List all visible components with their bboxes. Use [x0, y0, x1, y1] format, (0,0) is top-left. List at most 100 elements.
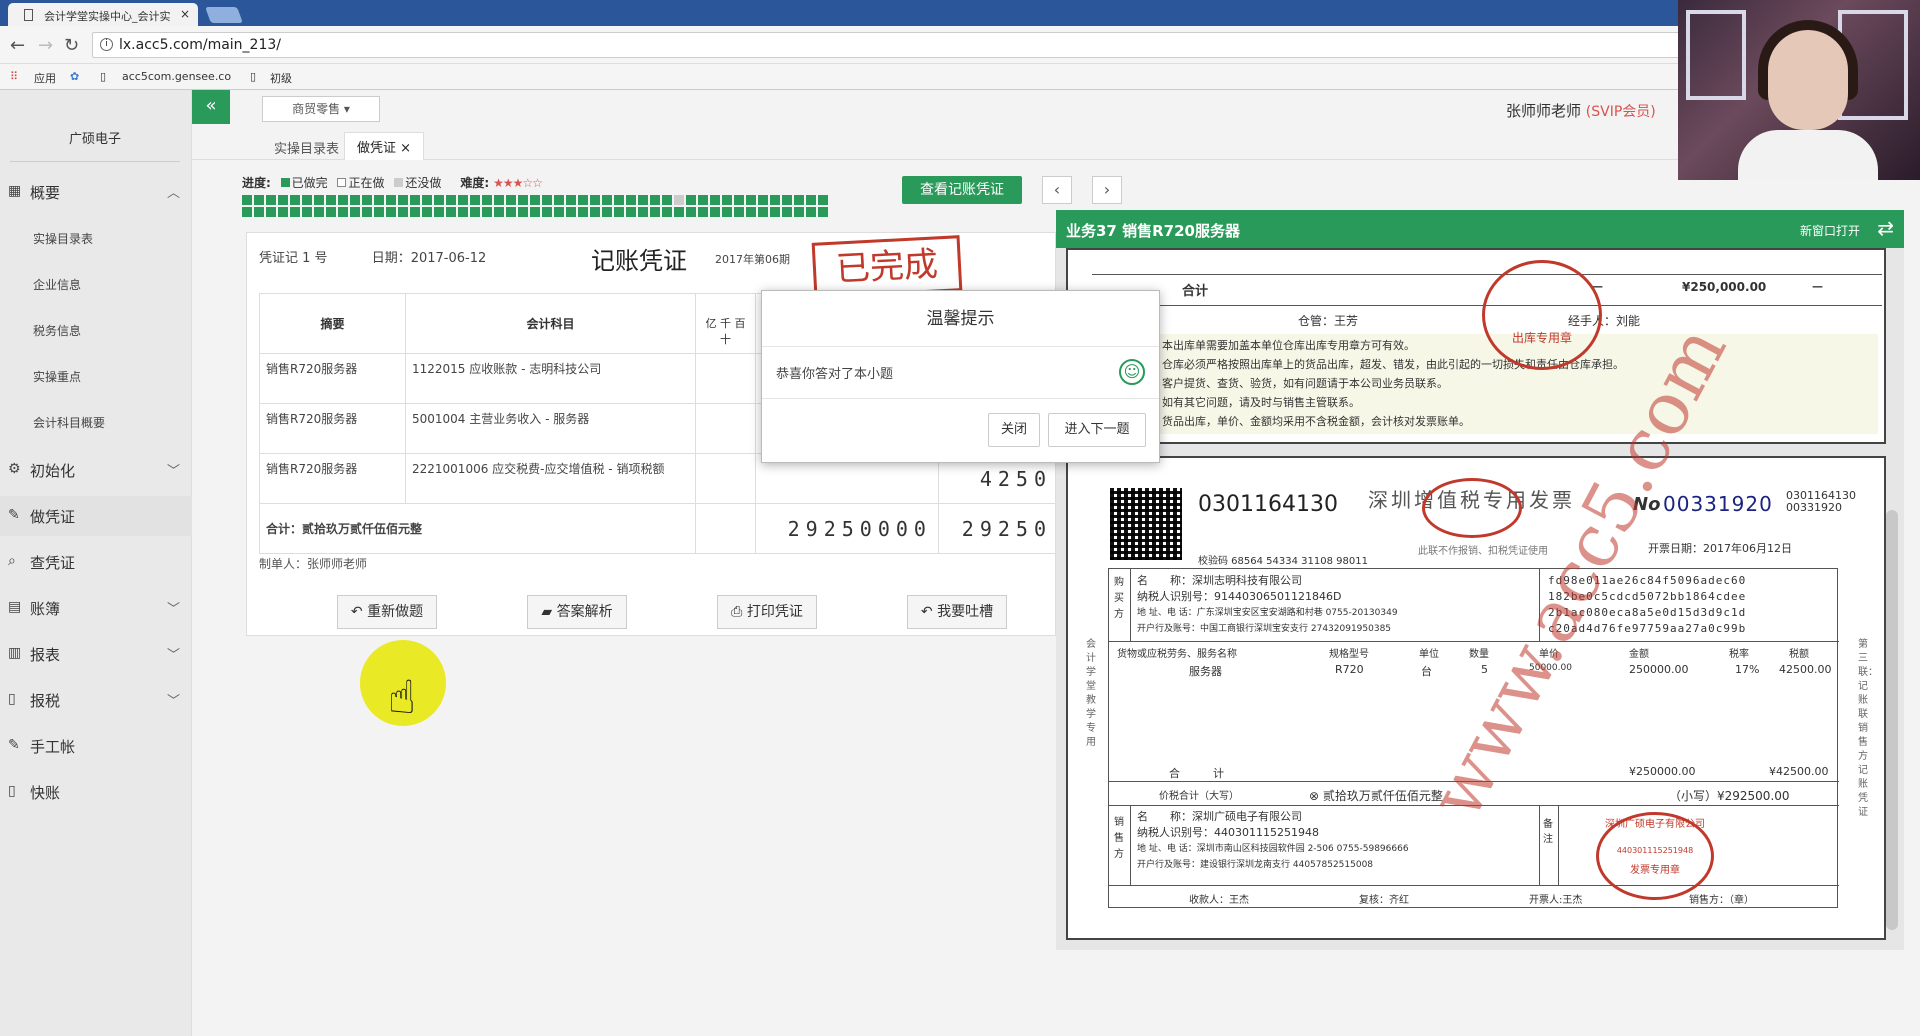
progress-cell[interactable] [614, 195, 624, 205]
url-input[interactable]: i lx.acc5.com/main_213/ [92, 32, 1682, 58]
progress-cell[interactable] [362, 195, 372, 205]
sidebar-sub-keypoints[interactable]: 实操重点 [33, 368, 81, 385]
progress-cell[interactable] [530, 207, 540, 217]
progress-cell[interactable] [242, 207, 252, 217]
progress-cell[interactable] [698, 207, 708, 217]
print-voucher-button[interactable]: ⎙ 打印凭证 [717, 595, 817, 629]
progress-cell[interactable] [722, 207, 732, 217]
progress-cell[interactable] [602, 195, 612, 205]
back-icon[interactable]: ← [10, 35, 25, 56]
progress-cell[interactable] [242, 195, 252, 205]
forward-icon[interactable]: → [38, 35, 53, 56]
progress-cell[interactable] [362, 207, 372, 217]
progress-cell[interactable] [374, 195, 384, 205]
progress-cell[interactable] [722, 195, 732, 205]
sidebar-item-ledger[interactable]: ▤ 账簿 ﹀ [0, 588, 192, 628]
progress-cell[interactable] [374, 207, 384, 217]
progress-cell[interactable] [770, 207, 780, 217]
progress-cell[interactable] [758, 207, 768, 217]
progress-cell[interactable] [326, 195, 336, 205]
apps-grid-icon[interactable]: ⠿ [10, 70, 18, 83]
progress-cell[interactable] [338, 195, 348, 205]
progress-cell[interactable] [566, 207, 576, 217]
progress-cell[interactable] [806, 207, 816, 217]
progress-cell[interactable] [302, 195, 312, 205]
answer-analysis-button[interactable]: ▰ 答案解析 [527, 595, 627, 629]
progress-cell[interactable] [638, 195, 648, 205]
progress-cell[interactable] [386, 207, 396, 217]
progress-cell[interactable] [398, 195, 408, 205]
progress-cell[interactable] [710, 207, 720, 217]
row-account[interactable]: 5001004 主营业务收入 - 服务器 [405, 403, 696, 454]
progress-cell[interactable] [614, 207, 624, 217]
progress-cell[interactable] [542, 207, 552, 217]
swap-icon[interactable]: ⇄ [1877, 216, 1894, 240]
sidebar-sub-tax[interactable]: 税务信息 [33, 322, 81, 339]
next-button[interactable]: › [1092, 176, 1122, 204]
progress-cell[interactable] [506, 195, 516, 205]
progress-cell[interactable] [650, 207, 660, 217]
prev-button[interactable]: ‹ [1042, 176, 1072, 204]
progress-cell[interactable] [602, 207, 612, 217]
progress-cell[interactable] [554, 207, 564, 217]
progress-cell[interactable] [578, 207, 588, 217]
progress-cell[interactable] [662, 207, 672, 217]
progress-cell[interactable] [482, 195, 492, 205]
sidebar-item-init[interactable]: ⚙ 初始化 ﹀ [0, 450, 192, 490]
progress-cell[interactable] [710, 195, 720, 205]
progress-cell[interactable] [782, 207, 792, 217]
sidebar-item-manual-book[interactable]: ✎ 手工帐 [0, 726, 192, 766]
progress-cell[interactable] [422, 195, 432, 205]
progress-cell[interactable] [290, 207, 300, 217]
progress-cell[interactable] [590, 207, 600, 217]
progress-cell[interactable] [530, 195, 540, 205]
progress-cell[interactable] [686, 195, 696, 205]
progress-cell[interactable] [650, 195, 660, 205]
progress-cell[interactable] [458, 195, 468, 205]
progress-cell[interactable] [458, 207, 468, 217]
progress-cell[interactable] [818, 207, 828, 217]
progress-cell[interactable] [254, 195, 264, 205]
row-account[interactable]: 2221001006 应交税费-应交增值税 - 销项税额 [405, 453, 696, 504]
progress-cell[interactable] [254, 207, 264, 217]
business-type-select[interactable]: 商贸零售 ▾ [262, 96, 380, 122]
progress-cell[interactable] [782, 195, 792, 205]
progress-cell[interactable] [662, 195, 672, 205]
progress-cell[interactable] [434, 195, 444, 205]
progress-cell[interactable] [398, 207, 408, 217]
progress-cell[interactable] [446, 195, 456, 205]
next-question-button[interactable]: 进入下一题 [1048, 413, 1146, 447]
progress-cell[interactable] [674, 207, 684, 217]
scrollbar[interactable] [1886, 510, 1898, 930]
view-voucher-button[interactable]: 查看记账凭证 [902, 176, 1022, 204]
progress-cell[interactable] [698, 195, 708, 205]
bookmark-apps[interactable]: 应用 [34, 70, 56, 86]
browser-tab[interactable]: 会计学堂实操中心_会计实 × [8, 3, 198, 26]
row-summary[interactable]: 销售R720服务器 [259, 453, 406, 504]
bookmark-gensee[interactable]: acc5com.gensee.co [122, 70, 231, 83]
user-menu[interactable]: 张师师老师 (SVIP会员) [1506, 100, 1656, 121]
progress-cell[interactable] [626, 207, 636, 217]
progress-cell[interactable] [566, 195, 576, 205]
close-icon[interactable]: × [400, 141, 411, 156]
progress-cell[interactable] [422, 207, 432, 217]
progress-cell[interactable] [278, 207, 288, 217]
progress-cell[interactable] [350, 195, 360, 205]
progress-cell[interactable] [386, 195, 396, 205]
progress-cell[interactable] [446, 207, 456, 217]
progress-cell[interactable] [818, 195, 828, 205]
feedback-button[interactable]: ↶ 我要吐槽 [907, 595, 1007, 629]
progress-cell[interactable] [470, 207, 480, 217]
sidebar-sub-accounts[interactable]: 会计科目概要 [33, 414, 105, 431]
sidebar-sub-company[interactable]: 企业信息 [33, 276, 81, 293]
progress-cell[interactable] [314, 195, 324, 205]
sidebar-item-reports[interactable]: ▥ 报表 ﹀ [0, 634, 192, 674]
sidebar-item-overview[interactable]: ▦ 概要 ︿ [0, 172, 192, 212]
collapse-sidebar-button[interactable]: « [192, 90, 230, 124]
redo-button[interactable]: ↶ 重新做题 [337, 595, 437, 629]
progress-cell[interactable] [506, 207, 516, 217]
progress-cell[interactable] [410, 195, 420, 205]
progress-cell[interactable] [290, 195, 300, 205]
progress-cell[interactable] [266, 207, 276, 217]
row-summary[interactable]: 销售R720服务器 [259, 353, 406, 404]
